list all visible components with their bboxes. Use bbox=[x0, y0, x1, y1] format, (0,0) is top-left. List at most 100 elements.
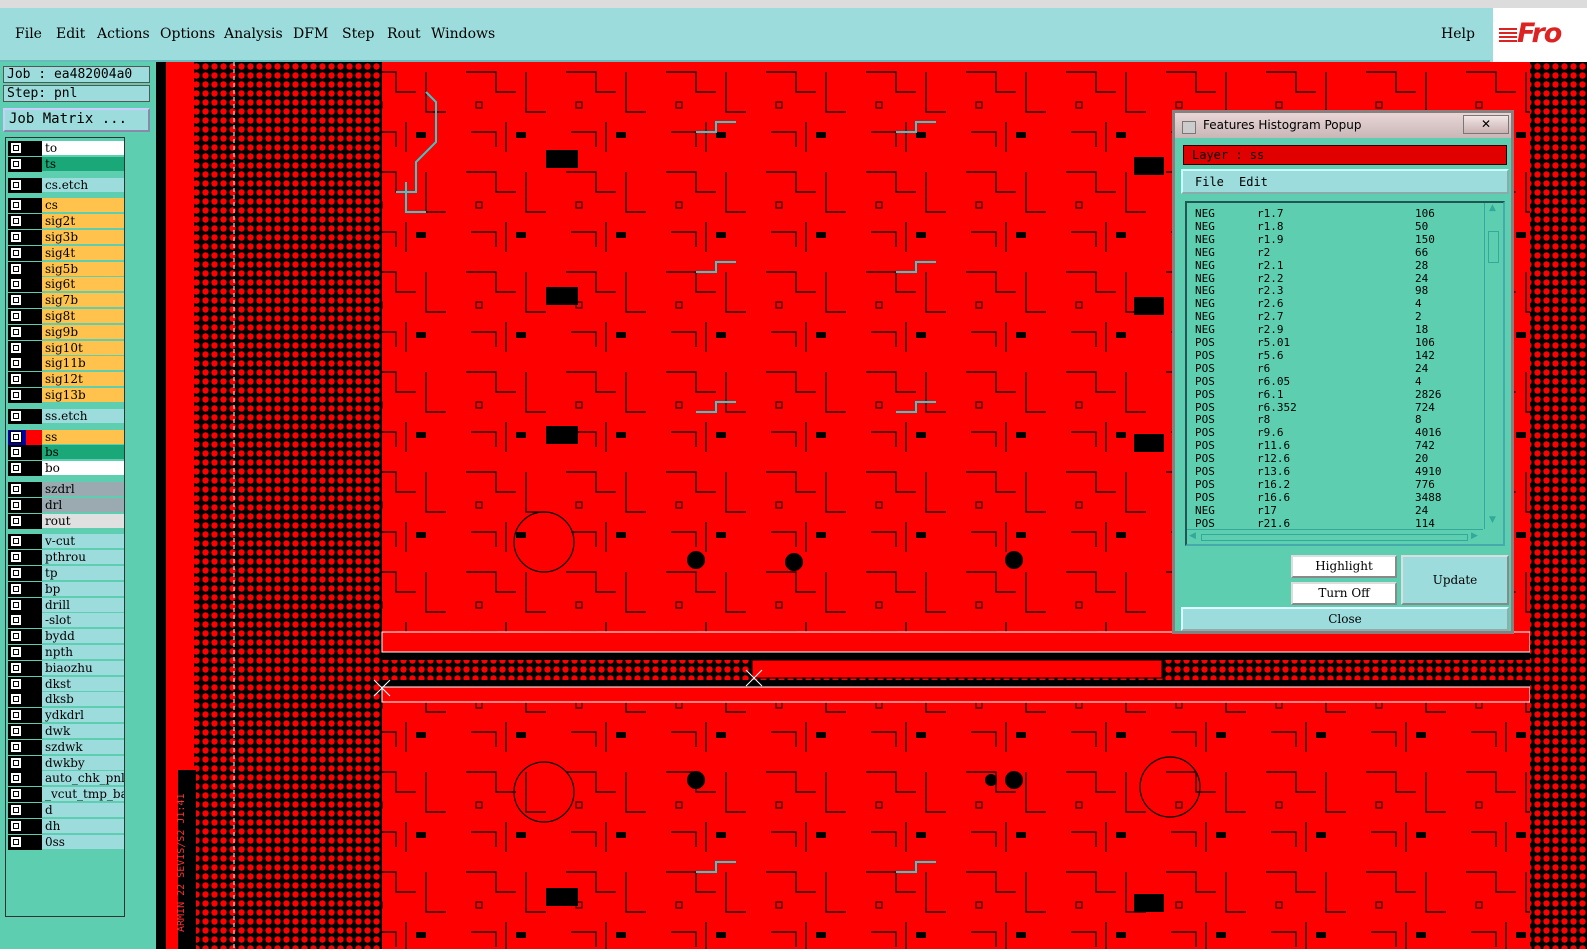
layer-name[interactable]: sig4t bbox=[42, 245, 124, 260]
histogram-row[interactable]: NEG r2.6 4 bbox=[1195, 297, 1480, 310]
layer-checkbox[interactable] bbox=[10, 310, 22, 322]
histogram-list[interactable]: NEG r1.7 106 NEG r1.8 50 NEG r1.9 150 NEG r2 66 NEG r… bbox=[1185, 201, 1505, 546]
histogram-row[interactable]: NEG r1.7 106 bbox=[1195, 207, 1480, 220]
layer-name[interactable]: sig2t bbox=[42, 214, 124, 229]
layer-row[interactable]: ydkdrl bbox=[8, 708, 124, 724]
layer-checkbox[interactable] bbox=[10, 661, 22, 674]
layer-checkbox[interactable] bbox=[10, 614, 22, 627]
menu-step[interactable]: Step bbox=[342, 26, 374, 42]
layer-row[interactable]: ts bbox=[8, 156, 124, 172]
layer-row[interactable]: biaozhu bbox=[8, 660, 124, 676]
layer-checkbox[interactable] bbox=[10, 157, 22, 170]
layer-checkbox[interactable] bbox=[10, 341, 22, 354]
histogram-row[interactable]: NEG r1.8 50 bbox=[1195, 220, 1480, 233]
histogram-row[interactable]: NEG r2.7 2 bbox=[1195, 310, 1480, 323]
histogram-row[interactable]: NEG r2.2 24 bbox=[1195, 272, 1480, 285]
layer-row[interactable]: cs bbox=[8, 198, 124, 214]
layer-name[interactable]: cs.etch bbox=[42, 177, 124, 192]
layer-checkbox[interactable] bbox=[10, 278, 22, 291]
layer-row[interactable]: to bbox=[8, 141, 124, 156]
layer-checkbox[interactable] bbox=[10, 446, 22, 459]
layer-row[interactable]: rout bbox=[8, 513, 124, 529]
histogram-row[interactable]: POS r16.6 3488 bbox=[1195, 491, 1480, 504]
layer-row[interactable]: dwk bbox=[8, 724, 124, 739]
layer-checkbox[interactable] bbox=[10, 535, 22, 548]
histogram-row[interactable]: POS r6.1 2826 bbox=[1195, 388, 1480, 401]
histogram-row[interactable]: POS r5.01 106 bbox=[1195, 336, 1480, 349]
highlight-button[interactable]: Highlight bbox=[1291, 555, 1397, 578]
scroll-up-icon[interactable]: ▲ bbox=[1489, 203, 1496, 213]
layer-name[interactable]: dh bbox=[42, 818, 124, 833]
histogram-row[interactable]: NEG r2 66 bbox=[1195, 246, 1480, 259]
layer-name[interactable]: szdrl bbox=[42, 482, 124, 496]
scroll-thumb[interactable] bbox=[1488, 231, 1499, 263]
layer-checkbox[interactable] bbox=[10, 756, 22, 769]
layer-row[interactable]: sig6t bbox=[8, 277, 124, 293]
layer-row[interactable]: ss bbox=[8, 429, 124, 445]
layer-checkbox[interactable] bbox=[10, 389, 22, 401]
layer-name[interactable]: sig12t bbox=[42, 372, 124, 387]
histogram-row[interactable]: POS r16.2 776 bbox=[1195, 478, 1480, 491]
layer-name[interactable]: sig10t bbox=[42, 340, 124, 355]
layer-name[interactable]: bo bbox=[42, 461, 124, 476]
histogram-row[interactable]: NEG r17 24 bbox=[1195, 504, 1480, 517]
layer-row[interactable]: sig7b bbox=[8, 293, 124, 309]
layer-checkbox[interactable] bbox=[10, 483, 22, 495]
histogram-row[interactable]: POS r12.6 20 bbox=[1195, 452, 1480, 465]
layer-checkbox[interactable] bbox=[10, 462, 22, 475]
popup-menu-edit[interactable]: Edit bbox=[1239, 175, 1268, 189]
layer-name[interactable]: to bbox=[42, 141, 124, 155]
layer-row[interactable]: sig13b bbox=[8, 388, 124, 403]
layer-name[interactable]: tp bbox=[42, 566, 124, 580]
layer-row[interactable]: drill bbox=[8, 597, 124, 613]
layer-name[interactable]: sig3b bbox=[42, 230, 124, 244]
layer-row[interactable]: bp bbox=[8, 581, 124, 597]
histogram-row[interactable]: POS r6.352 724 bbox=[1195, 401, 1480, 414]
histogram-row[interactable]: NEG r2.3 98 bbox=[1195, 284, 1480, 297]
layer-row[interactable]: bydd bbox=[8, 629, 124, 645]
scroll-right-icon[interactable]: ▶ bbox=[1471, 531, 1478, 541]
layer-name[interactable]: d bbox=[42, 803, 124, 817]
layer-name[interactable]: drl bbox=[42, 497, 124, 512]
layer-name[interactable]: npth bbox=[42, 645, 124, 659]
histogram-row[interactable]: POS r6.05 4 bbox=[1195, 375, 1480, 388]
close-button[interactable]: Close bbox=[1181, 607, 1509, 631]
update-button[interactable]: Update bbox=[1401, 555, 1509, 605]
layer-name[interactable]: sig9b bbox=[42, 324, 124, 339]
menu-actions[interactable]: Actions bbox=[97, 26, 150, 42]
layer-row[interactable]: drl bbox=[8, 497, 124, 513]
layer-checkbox[interactable] bbox=[10, 804, 22, 816]
layer-checkbox[interactable] bbox=[10, 819, 22, 832]
layer-row[interactable]: ss.etch bbox=[8, 408, 124, 424]
layer-checkbox[interactable] bbox=[10, 709, 22, 722]
layer-row[interactable]: cs.etch bbox=[8, 177, 124, 193]
layer-checkbox[interactable] bbox=[10, 740, 22, 753]
popup-close-x-button[interactable]: ✕ bbox=[1463, 115, 1509, 134]
layer-name[interactable]: v-cut bbox=[42, 534, 124, 549]
layer-checkbox[interactable] bbox=[10, 582, 22, 595]
layer-name[interactable]: sig7b bbox=[42, 293, 124, 308]
layer-checkbox[interactable] bbox=[10, 598, 22, 611]
layer-name[interactable]: sig8t bbox=[42, 309, 124, 323]
histogram-row[interactable]: POS r6 24 bbox=[1195, 362, 1480, 375]
layer-checkbox[interactable] bbox=[10, 142, 22, 154]
layer-checkbox[interactable] bbox=[10, 514, 22, 527]
histogram-row[interactable]: NEG r1.9 150 bbox=[1195, 233, 1480, 246]
layer-checkbox[interactable] bbox=[10, 630, 22, 643]
menu-file[interactable]: File bbox=[15, 26, 42, 42]
layer-checkbox[interactable] bbox=[10, 498, 22, 511]
layer-row[interactable]: szdrl bbox=[8, 482, 124, 497]
layer-name[interactable]: dwkby bbox=[42, 755, 124, 770]
layer-row[interactable]: sig3b bbox=[8, 230, 124, 245]
layer-row[interactable]: -slot bbox=[8, 613, 124, 629]
layer-checkbox[interactable] bbox=[10, 373, 22, 386]
layer-checkbox[interactable] bbox=[10, 772, 22, 785]
layer-name[interactable]: pthrou bbox=[42, 550, 124, 565]
layer-name[interactable]: biaozhu bbox=[42, 660, 124, 675]
layer-name[interactable]: sig6t bbox=[42, 277, 124, 292]
histogram-row[interactable]: POS r8 8 bbox=[1195, 413, 1480, 426]
histogram-row[interactable]: POS r13.6 4910 bbox=[1195, 465, 1480, 478]
layer-checkbox[interactable] bbox=[10, 430, 22, 443]
layer-name[interactable]: dksb bbox=[42, 692, 124, 707]
layer-checkbox[interactable] bbox=[10, 646, 22, 658]
